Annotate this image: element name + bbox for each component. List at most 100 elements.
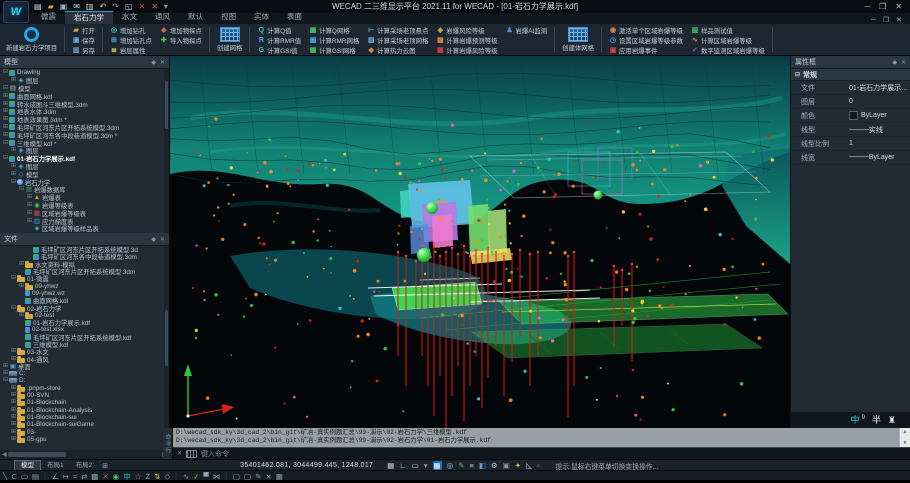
expander-icon[interactable]: ⊞: [10, 147, 17, 154]
ribbon-tab-视图[interactable]: 视图: [212, 11, 245, 24]
tree-item[interactable]: ⊞◈图层: [0, 147, 169, 155]
viewport-3d[interactable]: [170, 56, 790, 428]
create-volume-mesh-button[interactable]: 创建体网格: [558, 25, 598, 54]
model-tree-scrollbar[interactable]: [164, 69, 169, 234]
doc-minimize-icon[interactable]: ─: [871, 17, 876, 24]
expander-icon[interactable]: ⊞: [26, 210, 33, 217]
tree-item[interactable]: ⊞转水成图斗三维模型.3dm: [0, 100, 169, 108]
tree-item[interactable]: ⊟Drawing: [0, 69, 169, 77]
expander-icon[interactable]: ⊟: [10, 275, 17, 282]
expander-icon[interactable]: ⊞: [2, 93, 9, 100]
tree-item[interactable]: 毛坪矿区河东片区开拓系统模型.3dm: [0, 268, 169, 275]
dropdown-icon[interactable]: ▾: [424, 461, 428, 470]
file-tree-hscrollbar[interactable]: ◀ ▶: [0, 450, 170, 459]
ribbon-button-岩层属性[interactable]: ≣岩层属性: [108, 46, 154, 55]
tree-item[interactable]: ⊟01-岩石力学展示.kdf: [0, 155, 169, 163]
tree-item[interactable]: ⊞◈图层: [0, 77, 169, 85]
add-layout-button[interactable]: ⊞: [98, 462, 112, 470]
ribbon-tab-微震[interactable]: 微震: [32, 11, 65, 24]
ribbon-tab-水文[interactable]: 水文: [113, 11, 146, 24]
expander-icon[interactable]: ⊟: [2, 155, 9, 162]
restore-icon[interactable]: ❐: [879, 2, 886, 12]
expander-icon[interactable]: ⊞: [2, 108, 9, 115]
expander-icon[interactable]: ⊞: [26, 218, 33, 225]
isolate-icon[interactable]: ▣: [503, 461, 510, 470]
expander-icon[interactable]: ⊟: [2, 69, 9, 76]
expander-icon[interactable]: ⊞: [10, 77, 17, 84]
ribbon-button-计算RMR值[interactable]: R计算RMR值: [255, 36, 303, 45]
doc-close-icon[interactable]: ✕: [896, 16, 902, 24]
tree-item[interactable]: ⊞C:: [0, 370, 169, 377]
property-value[interactable]: ────ByLayer: [849, 154, 895, 161]
tree-item[interactable]: ◈区域岩爆等级样品表: [0, 225, 169, 233]
ribbon-button-计算热力云图[interactable]: ◆计算热力云图: [365, 46, 430, 55]
tree-item[interactable]: ⊟▥岩爆数据库: [0, 186, 169, 194]
tree-item[interactable]: ⊞03-水文: [0, 348, 169, 355]
expander-icon[interactable]: ⊞: [10, 429, 17, 436]
expander-icon[interactable]: ⊟: [2, 377, 9, 384]
property-value[interactable]: 1: [849, 140, 853, 147]
ribbon-button-增加物探点[interactable]: ◆增加物探点: [158, 26, 204, 35]
ribbon-button-计算Q值[interactable]: Q计算Q值: [255, 26, 303, 35]
tree-item[interactable]: ⊞03-: [0, 428, 169, 435]
tree-item[interactable]: ⊞毛坪矿区河东片区开拓系统模型.3dm: [0, 124, 169, 132]
tree-item[interactable]: ⊞.pnpm-store: [0, 385, 169, 392]
expander-icon[interactable]: ⊞: [10, 436, 17, 443]
tree-item[interactable]: ⊞◉岩爆等级表: [0, 202, 169, 210]
expander-icon[interactable]: ⊞: [2, 132, 9, 139]
ribbon-button-岩爆AI监测[interactable]: ♟岩爆AI监测: [503, 26, 549, 35]
ribbon-tab-岩石力学[interactable]: 岩石力学: [65, 11, 113, 24]
tree-item[interactable]: ⊞◇模型: [0, 170, 169, 178]
ribbon-button-设置区域岩爆等级参数[interactable]: ◷设置区域岩爆等级参数: [607, 36, 685, 45]
tree-item[interactable]: ⊟D:: [0, 377, 169, 384]
ribbon-button-激活单个区域岩爆等级[interactable]: ◉激活单个区域岩爆等级: [607, 26, 685, 35]
ribbon-tab-通风[interactable]: 通风: [146, 11, 179, 24]
qa-new-file-icon[interactable]: ▤: [34, 3, 42, 11]
ribbon-button-计算采场老顶网格[interactable]: ▨计算采场老顶网格: [365, 36, 430, 45]
close-icon[interactable]: ✕: [901, 59, 906, 66]
ribbon-button-计算RMR网格[interactable]: ▦计算RMR网格: [307, 36, 361, 45]
expander-icon[interactable]: ⊞: [2, 124, 9, 131]
properties-section-general[interactable]: ⊟ 常规: [791, 69, 910, 81]
tree-item[interactable]: 01-岩石力学展示.kdf: [0, 319, 169, 326]
expander-icon[interactable]: ⊞: [10, 414, 17, 421]
annotate-icon[interactable]: ✎: [458, 461, 464, 470]
ribbon-button-计算采场老顶悬点[interactable]: ⊢计算采场老顶悬点: [365, 26, 430, 35]
tree-item[interactable]: ⊞水文资料-模拟: [0, 261, 169, 268]
expander-icon[interactable]: ⊟: [2, 85, 9, 92]
grid-toggle-icon[interactable]: ▦: [387, 461, 394, 470]
tree-item[interactable]: ⊟01-微震: [0, 275, 169, 282]
tree-item[interactable]: ⊞01-Blockchain-Analysis: [0, 407, 169, 414]
ribbon-button-增加钻孔[interactable]: ◎增加钻孔: [108, 26, 154, 35]
layout-tab-布局1[interactable]: 布局1: [41, 461, 70, 471]
tree-item[interactable]: 曲面网格.kdf: [0, 297, 169, 304]
qa-window-icon[interactable]: ◱: [125, 3, 133, 11]
tree-item[interactable]: ⊞▦区域岩爆等级表: [0, 209, 169, 217]
ribbon-tab-默认[interactable]: 默认: [179, 11, 212, 24]
tree-item[interactable]: ⊞02-test: [0, 312, 169, 319]
lineweight-icon[interactable]: ≡: [469, 461, 473, 470]
expander-icon[interactable]: ⊞: [10, 392, 17, 399]
pin-icon[interactable]: ◆: [151, 236, 156, 243]
ribbon-button-计算Q网格[interactable]: ▦计算Q网格: [307, 26, 361, 35]
ribbon-button-打开[interactable]: ▰打开: [70, 26, 97, 35]
expander-icon[interactable]: ⊟: [18, 186, 25, 193]
ribbon-button-计算GSI网格[interactable]: ▦计算GSI网格: [307, 46, 361, 55]
expander-icon[interactable]: ⊞: [10, 399, 17, 406]
expander-icon[interactable]: ⊞: [10, 348, 17, 355]
create-mesh-button[interactable]: 创建网格: [213, 25, 247, 54]
expander-icon[interactable]: ⊞: [18, 312, 25, 319]
property-value[interactable]: ────实线: [849, 125, 883, 135]
snap-target-icon[interactable]: ◎: [447, 461, 454, 470]
tree-item[interactable]: 02-test.xlsx: [0, 326, 169, 333]
tree-item[interactable]: ⊟▤模型: [0, 85, 169, 93]
minimize-icon[interactable]: ─: [864, 2, 870, 12]
close-icon[interactable]: ✕: [160, 59, 165, 66]
expander-icon[interactable]: ⊞: [10, 171, 17, 178]
tree-item[interactable]: ⊞01-Blockchain-sui: [0, 414, 169, 421]
view-mode-icon[interactable]: ♜: [888, 415, 896, 425]
command-input-row[interactable]: ✕ 键入命令: [173, 447, 910, 459]
tree-item[interactable]: ⊞01-Blockchain: [0, 399, 169, 406]
tree-item[interactable]: ⊞▥应力梯度表: [0, 217, 169, 225]
clean-screen-icon[interactable]: ✦: [515, 461, 521, 470]
